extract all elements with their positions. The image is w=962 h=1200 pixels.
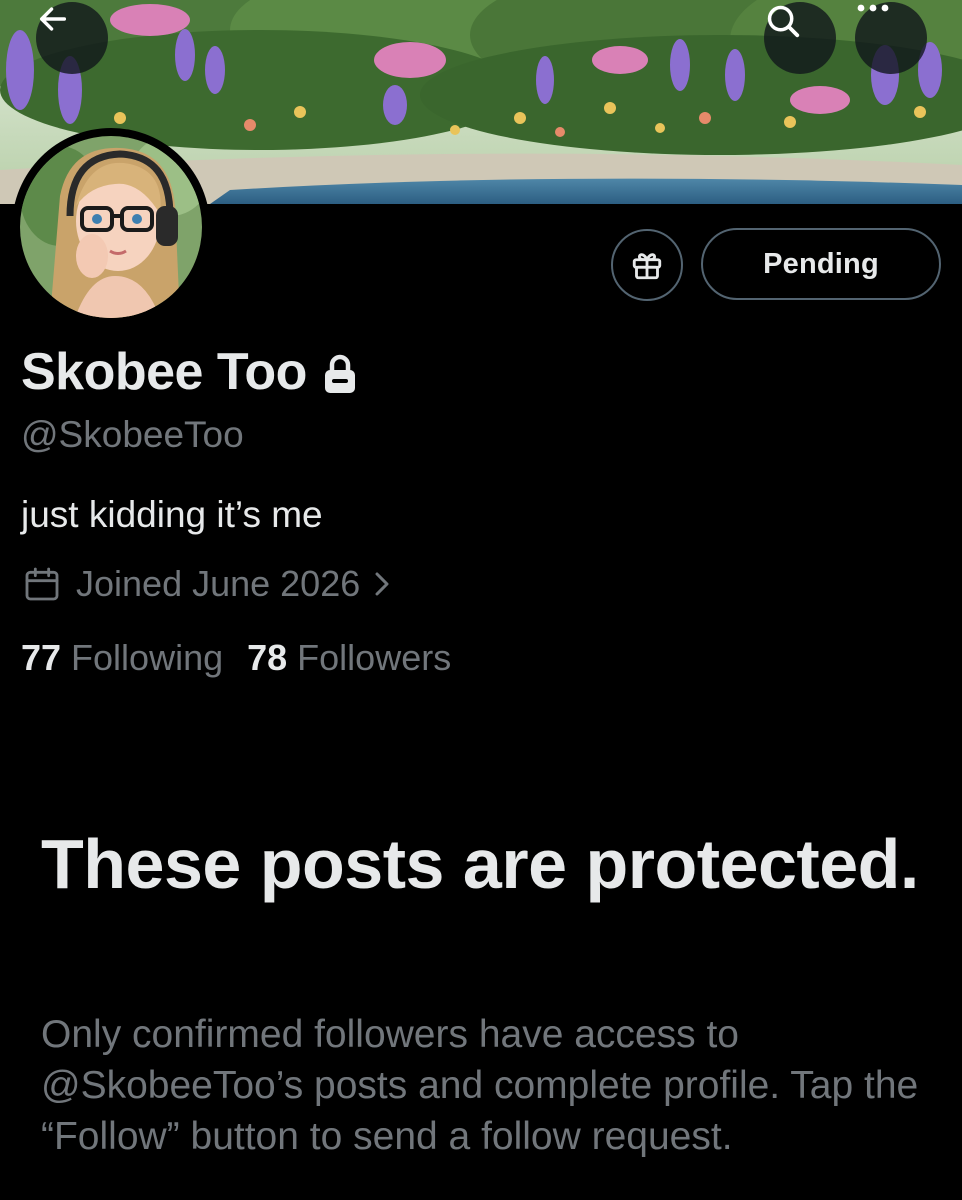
calendar-icon [25,567,59,601]
profile-page: Pending Skobee Too @SkobeeToo just kiddi… [0,0,962,1200]
protected-posts-title: These posts are protected. [41,825,919,903]
more-options-button[interactable] [855,2,927,74]
avatar[interactable] [12,128,210,326]
back-button[interactable] [36,2,108,74]
following-label: Following [71,637,224,678]
gift-icon [632,253,662,280]
joined-date-row[interactable]: Joined June 2026 [22,563,390,605]
protected-posts-description: Only confirmed followers have access to … [41,1013,919,1158]
following-count: 77 [21,637,62,678]
display-name-row: Skobee Too [21,342,357,402]
followers-link[interactable]: 78 Followers [247,637,451,679]
search-button[interactable] [764,2,836,74]
profile-handle: @SkobeeToo [21,414,244,455]
display-name: Skobee Too [21,343,307,401]
gift-button[interactable] [611,229,683,301]
arrow-left-icon [39,7,67,31]
following-link[interactable]: 77 Following [21,637,223,679]
search-icon [767,5,800,38]
joined-date: Joined June 2026 [76,563,361,604]
avatar-image [20,136,202,318]
follow-stats: 77 Following 78 Followers [21,637,451,679]
chevron-right-icon [374,570,390,598]
lock-icon [323,354,357,394]
more-horizontal-icon [857,4,889,12]
pending-follow-button[interactable]: Pending [701,228,941,300]
profile-bio: just kidding it’s me [21,494,323,535]
followers-label: Followers [297,637,452,678]
followers-count: 78 [247,637,288,678]
